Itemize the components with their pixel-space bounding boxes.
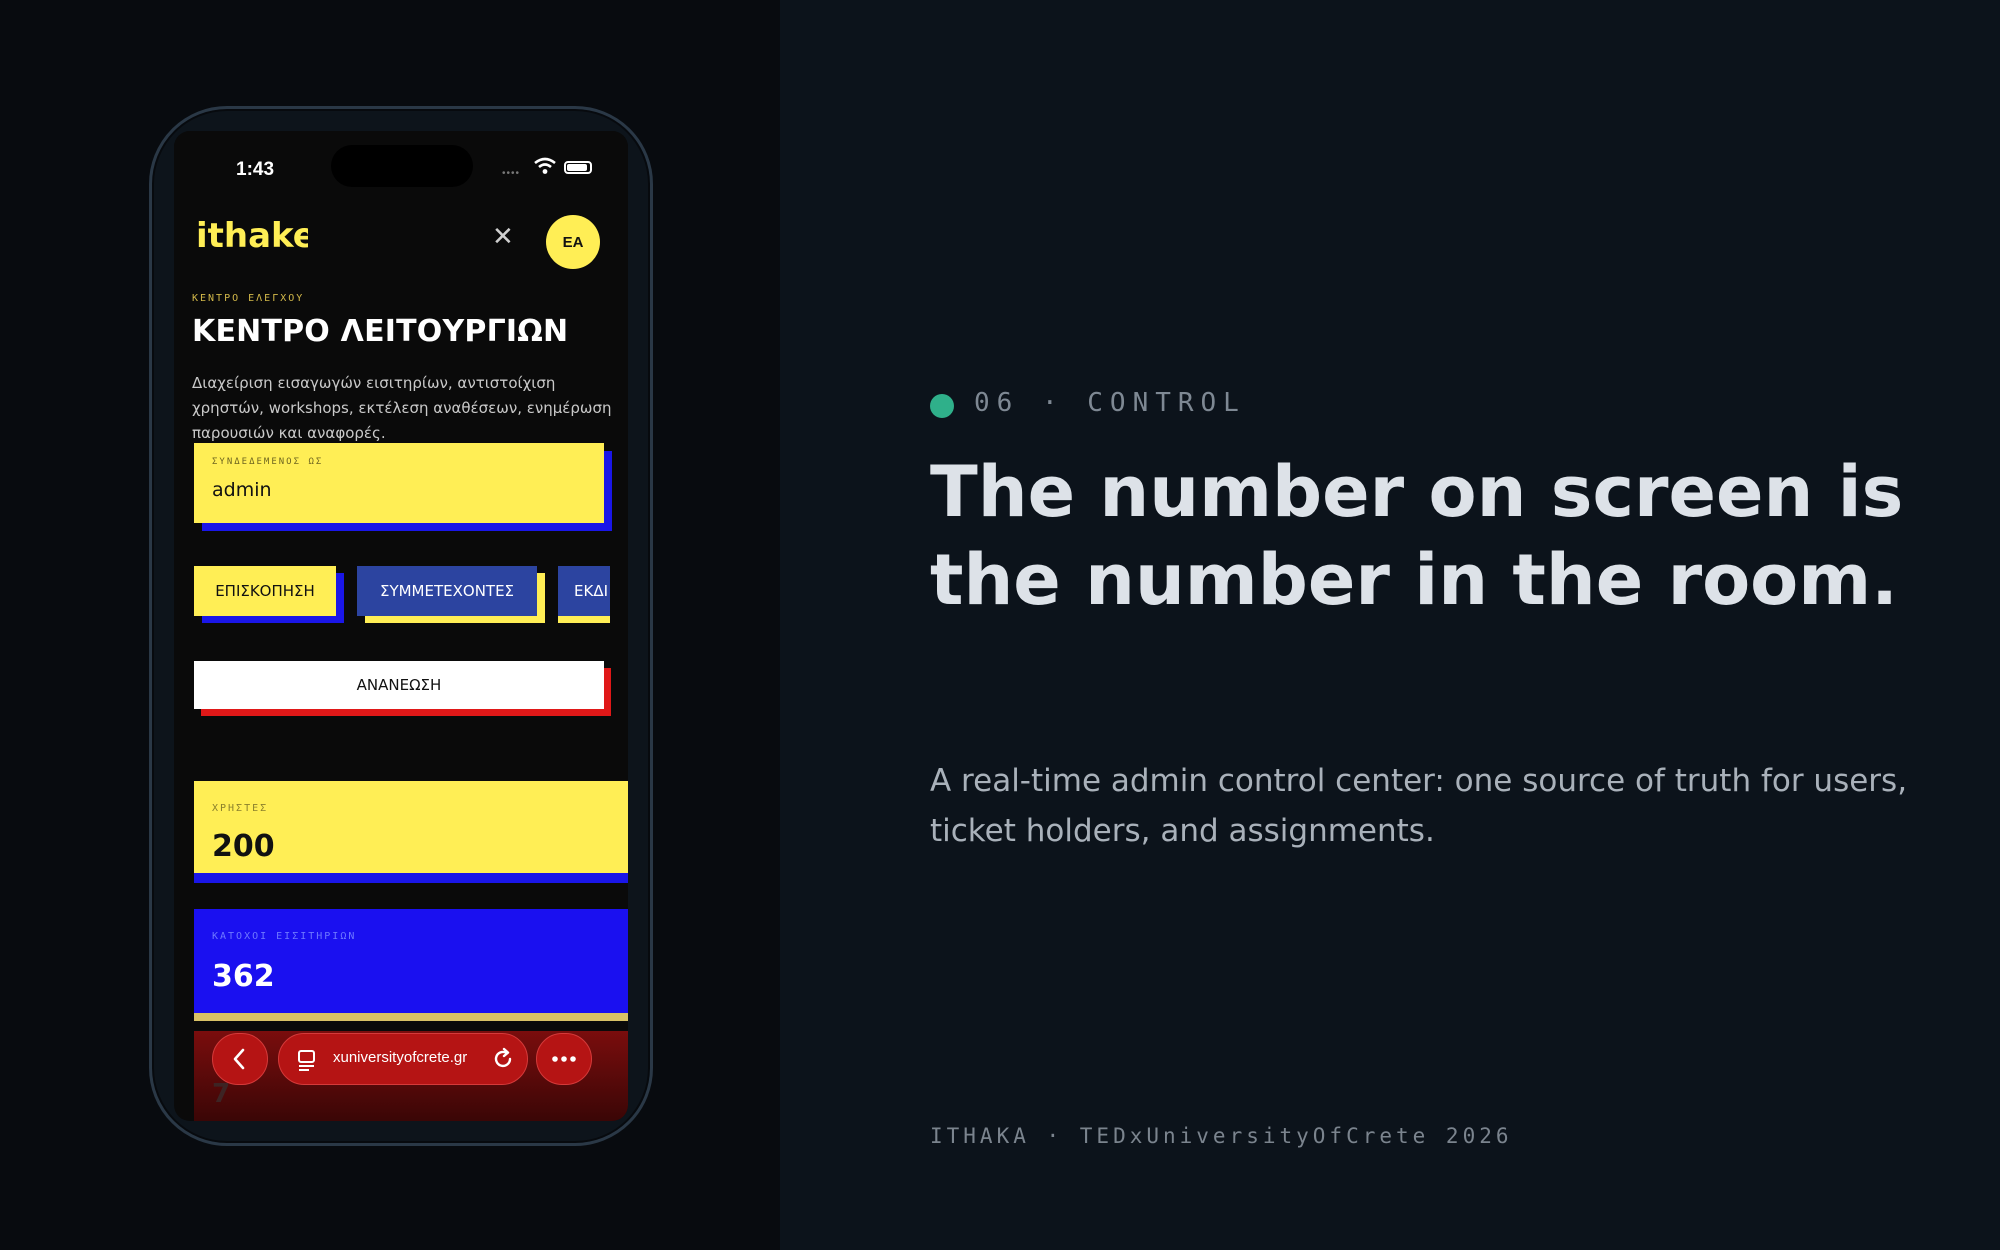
- stat-label: ΚΑΤΟΧΟΙ ΕΙΣΙΤΗΡΙΩΝ: [212, 931, 357, 942]
- stat-card-ticket-holders: ΚΑΤΟΧΟΙ ΕΙΣΙΤΗΡΙΩΝ 362: [194, 909, 628, 1021]
- battery-icon: [564, 161, 592, 174]
- close-icon[interactable]: ✕: [492, 224, 514, 250]
- logged-in-label: ΣΥΝΔΕΔΕΜΕΝΟΣ ΩΣ: [212, 457, 324, 467]
- refresh-button[interactable]: ΑΝΑΝΕΩΣΗ: [194, 661, 604, 709]
- more-dots-icon: [552, 1056, 576, 1062]
- status-bar: 1:43 ••••: [174, 131, 628, 197]
- cellular-signal-icon: ••••: [502, 168, 521, 179]
- page-title: ΚΕΝΤΡΟ ΛΕΙΤΟΥΡΓΙΩΝ: [192, 314, 569, 349]
- browser-back-button[interactable]: [212, 1033, 268, 1085]
- tab-overview[interactable]: ΕΠΙΣΚΟΠΗΣΗ: [194, 566, 336, 616]
- slide-headline: The number on screen is the number in th…: [930, 451, 1904, 621]
- stat-label: ΧΡΗΣΤΕΣ: [212, 803, 269, 814]
- phone-mockup: 1:43 •••• ithake ✕ EA ΚΕΝΤΡΟ ΕΛΕΓΧΟΥ ΚΕΝ…: [149, 106, 653, 1146]
- svg-text:ithake: ithake: [196, 216, 308, 256]
- browser-more-button[interactable]: [536, 1033, 592, 1085]
- browser-toolbar: xuniversityofcrete.gr: [174, 1031, 628, 1091]
- slide-footer: ITHAKA · TEDxUniversityOfCrete 2026: [930, 1124, 1513, 1148]
- stat-value: 200: [212, 829, 275, 864]
- stat-card-users: ΧΡΗΣΤΕΣ 200: [194, 781, 628, 883]
- tab-events[interactable]: ΕΚΔΙ: [558, 566, 610, 616]
- tab-participants[interactable]: ΣΥΜΜΕΤΕΧΟΝΤΕΣ: [357, 566, 537, 616]
- page-description: Διαχείριση εισαγωγών εισιτηρίων, αντιστο…: [192, 374, 612, 442]
- reload-icon[interactable]: [491, 1047, 515, 1071]
- wifi-icon: [534, 157, 556, 174]
- logged-in-card: ΣΥΝΔΕΔΕΜΕΝΟΣ ΩΣ admin: [194, 443, 604, 523]
- stat-value: 362: [212, 959, 275, 994]
- status-dot-icon: [930, 394, 954, 418]
- dynamic-island: [331, 145, 473, 187]
- browser-url-text: xuniversityofcrete.gr: [333, 1049, 468, 1066]
- slide-subtext: A real-time admin control center: one so…: [930, 763, 1908, 849]
- logged-in-user: admin: [212, 479, 272, 501]
- right-panel: [780, 0, 2000, 1250]
- browser-url-bar[interactable]: xuniversityofcrete.gr: [278, 1033, 528, 1085]
- section-tag: 06 · CONTROL: [974, 388, 1246, 418]
- avatar[interactable]: EA: [546, 215, 600, 269]
- page-menu-icon[interactable]: [297, 1049, 319, 1071]
- status-time: 1:43: [236, 159, 275, 180]
- phone-screen: 1:43 •••• ithake ✕ EA ΚΕΝΤΡΟ ΕΛΕΓΧΟΥ ΚΕΝ…: [174, 131, 628, 1121]
- ithaka-logo[interactable]: ithake: [196, 216, 308, 256]
- chevron-left-icon: [233, 1048, 245, 1070]
- page-kicker: ΚΕΝΤΡΟ ΕΛΕΓΧΟΥ: [192, 293, 305, 304]
